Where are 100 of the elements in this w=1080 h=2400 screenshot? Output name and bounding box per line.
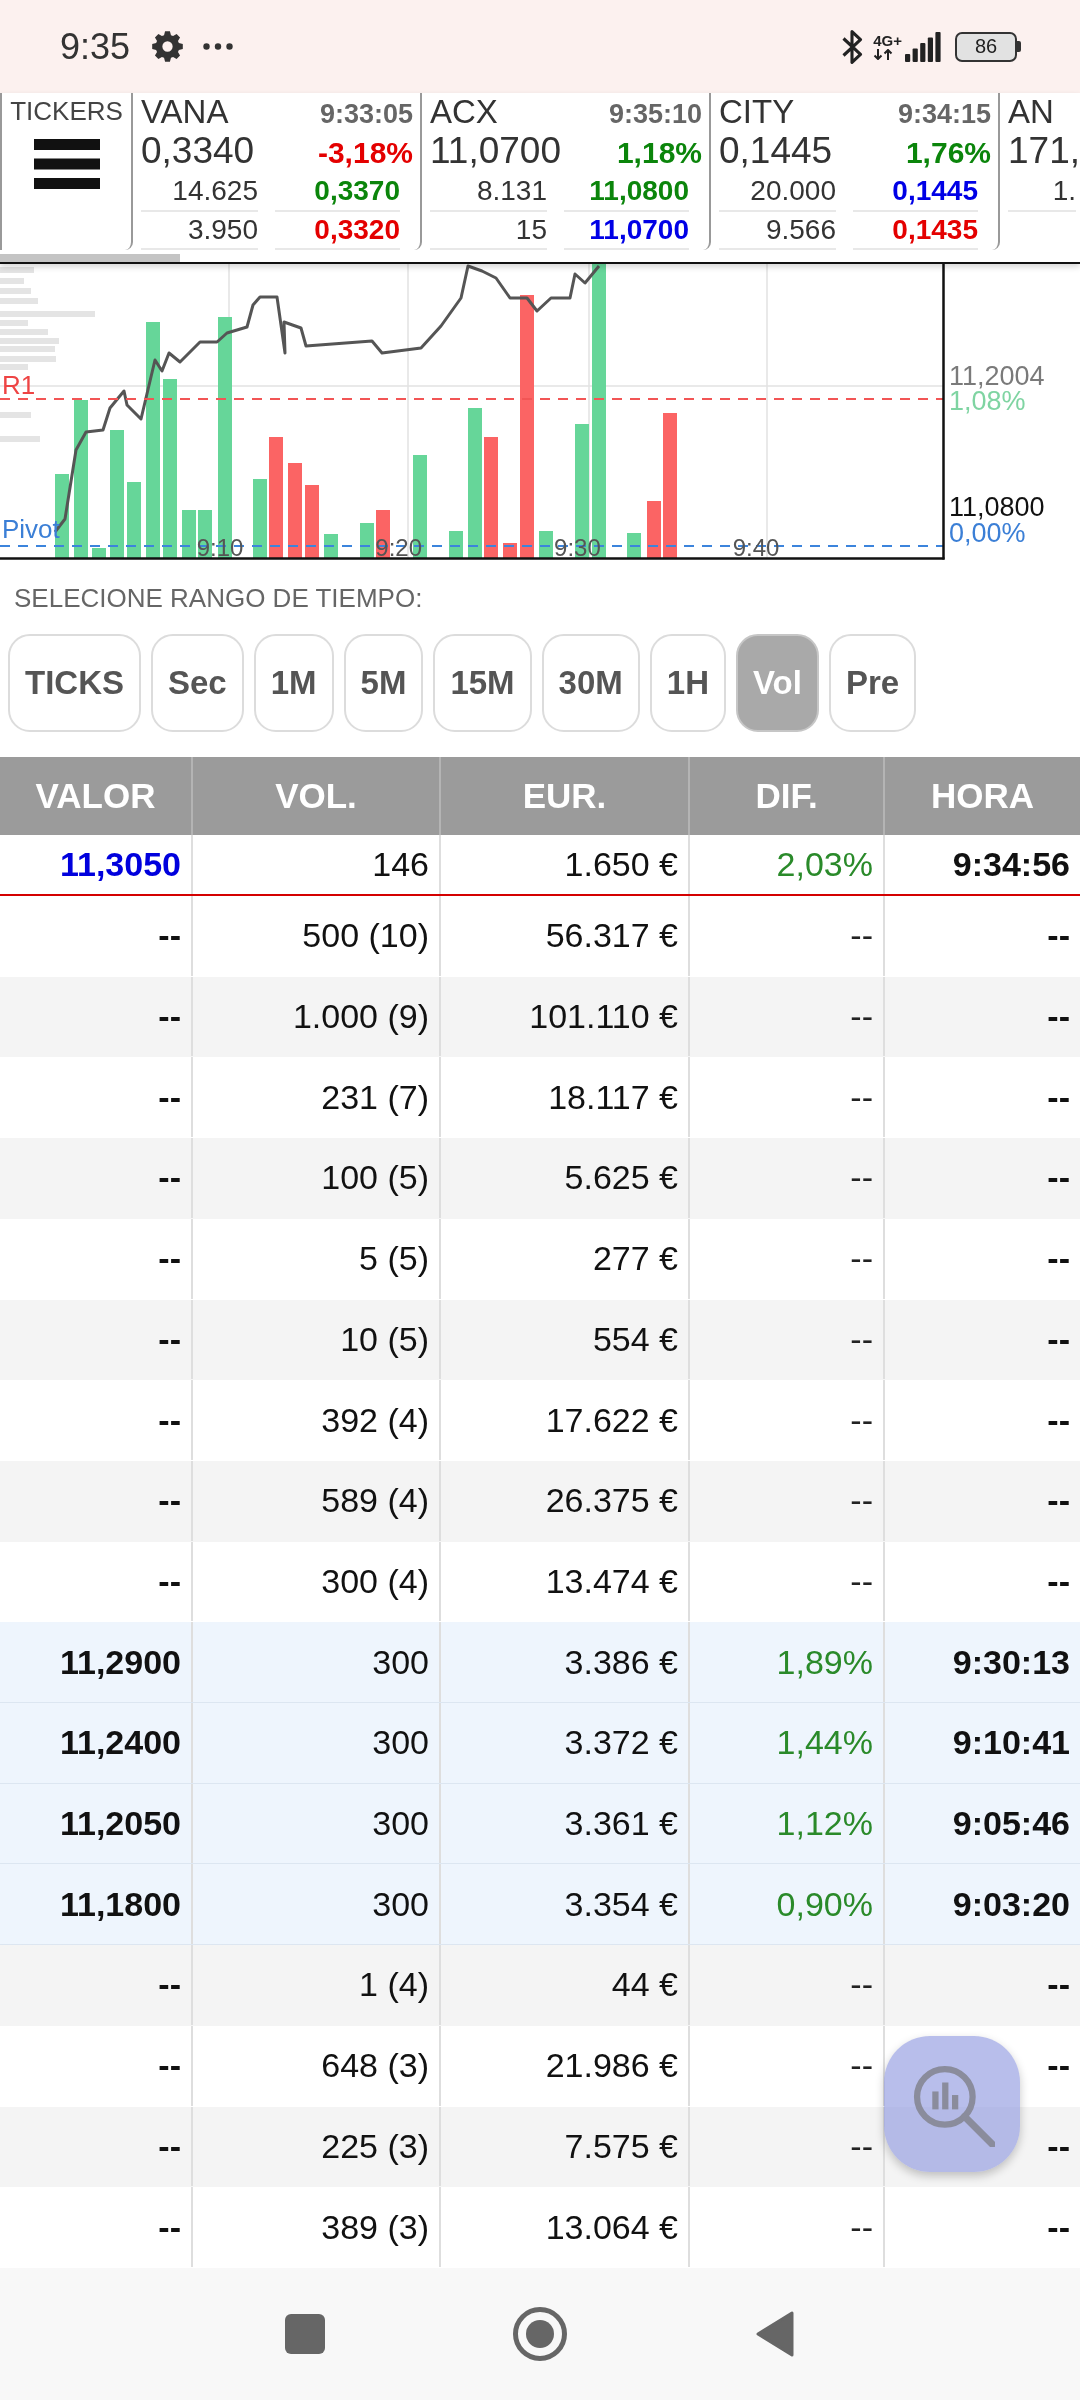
ticker-card[interactable]: AN 171, 1.	[1000, 93, 1080, 250]
table-cell: 648 (3)	[321, 2046, 429, 2086]
volume-profile-bar	[0, 346, 55, 352]
quote-volume: 1.	[1008, 173, 1076, 212]
time-axis-label: 9:20	[375, 534, 423, 560]
quote-volume: 9.566	[719, 211, 836, 250]
table-cell: 589 (4)	[321, 1481, 429, 1521]
quote-price: 11,0800	[564, 173, 689, 212]
table-cell: 389 (3)	[321, 2207, 429, 2247]
volume-profile-bar	[0, 412, 31, 418]
table-cell: 231 (7)	[321, 1077, 429, 1117]
volume-bar	[182, 510, 196, 558]
volume-bar	[360, 523, 374, 558]
quote-volume: 20.000	[719, 173, 836, 212]
range-button[interactable]: Sec	[151, 634, 244, 732]
table-cell: 1.650 €	[564, 845, 678, 884]
table-cell: --	[158, 2126, 181, 2166]
ticker-symbol: VANA	[141, 95, 229, 129]
table-cell: 13.064 €	[545, 2207, 678, 2247]
quote-price: 0,1435	[853, 211, 978, 250]
time-axis-label: 9:30	[554, 534, 601, 560]
back-icon[interactable]	[756, 2311, 794, 2357]
volume-profile-bar	[0, 436, 40, 442]
table-cell: 3.372 €	[564, 1723, 678, 1763]
table-cell: --	[850, 2046, 873, 2086]
home-icon[interactable]	[513, 2307, 567, 2361]
table-cell: 26.375 €	[545, 1481, 678, 1521]
table-cell: 5 (5)	[359, 1239, 429, 1279]
range-button[interactable]: Pre	[828, 634, 917, 732]
table-cell: 146	[372, 845, 429, 884]
table-cell: --	[1047, 997, 1070, 1037]
volume-profile-bar	[0, 320, 28, 326]
table-cell: 101.110 €	[529, 997, 678, 1037]
volume-bar	[647, 501, 661, 558]
table-cell: 300	[372, 1804, 429, 1844]
ticker-price: 11,0700	[430, 129, 561, 173]
table-cell: --	[158, 1965, 181, 2005]
level-price: 11,2004	[949, 361, 1045, 391]
table-cell: 11,1800	[59, 1884, 181, 1924]
quote-volume: 3.950	[141, 211, 258, 250]
table-cell: 18.117 €	[548, 1077, 678, 1117]
table-cell: 10 (5)	[340, 1319, 429, 1359]
table-cell: --	[1047, 1158, 1070, 1198]
analysis-button[interactable]	[884, 2036, 1020, 2172]
table-cell: 9:10:41	[952, 1723, 1070, 1763]
ticker-price: 0,3340	[141, 129, 255, 173]
ticker-time: 9:33:05	[319, 99, 413, 130]
quote-volume: 8.131	[430, 173, 547, 212]
settings-icon	[152, 31, 184, 62]
table-cell: --	[850, 1561, 873, 1601]
volume-profile-bar	[0, 356, 56, 362]
range-button[interactable]: 5M	[343, 634, 424, 732]
ticker-card[interactable]: CITY 9:34:15 0,1445 1,76% 20.000 0,1445 9.566 0,1435	[711, 93, 1000, 250]
range-button[interactable]: 15M	[433, 634, 532, 732]
volume-profile-bar	[0, 267, 34, 273]
table-cell: 300 (4)	[321, 1561, 429, 1601]
time-axis-label: 9:40	[732, 534, 780, 560]
table-cell: 17.622 €	[545, 1400, 678, 1440]
table-cell: --	[158, 916, 181, 956]
table-cell: --	[1047, 2046, 1070, 2086]
table-cell: --	[850, 1965, 873, 2005]
ticker-change: 1,18%	[616, 136, 702, 170]
table-cell: 2,03%	[776, 845, 873, 884]
table-cell: --	[158, 997, 181, 1037]
quote-price: 0,3320	[275, 211, 400, 250]
range-button[interactable]: 1M	[253, 634, 334, 732]
table-cell: --	[1047, 916, 1070, 956]
table-cell: --	[1047, 1481, 1070, 1521]
table-cell: --	[1047, 2207, 1070, 2247]
table-cell: 1.000 (9)	[292, 997, 429, 1037]
table-cell: --	[158, 2207, 181, 2247]
table-cell: --	[1047, 1077, 1070, 1117]
table-cell: --	[850, 1158, 873, 1198]
volume-bar	[92, 548, 106, 558]
table-cell: 500 (10)	[302, 916, 429, 956]
table-cell: --	[850, 1077, 873, 1117]
table-cell: --	[158, 1400, 181, 1440]
table-cell: 11,2900	[59, 1642, 181, 1682]
menu-icon[interactable]	[33, 139, 100, 189]
table-cell: 9:30:13	[952, 1642, 1070, 1682]
table-cell: 3.361 €	[564, 1804, 678, 1844]
ticker-card[interactable]: ACX 9:35:10 11,0700 1,18% 8.131 11,0800 15 11,0700	[422, 93, 711, 250]
table-cell: --	[1047, 1239, 1070, 1279]
table-cell: --	[158, 1158, 181, 1198]
table-cell: 3.386 €	[564, 1642, 678, 1682]
table-cell: 5.625 €	[564, 1158, 678, 1198]
table-cell: --	[1047, 1965, 1070, 2005]
volume-profile-bar	[0, 329, 48, 335]
network-type-label: 4G+	[873, 33, 902, 49]
table-cell: --	[850, 1239, 873, 1279]
range-button[interactable]: TICKS	[8, 634, 141, 732]
column-header: HORA	[929, 775, 1036, 817]
range-button[interactable]: 1H	[649, 634, 726, 732]
ticker-price: 0,1445	[719, 129, 833, 173]
table-cell: 300	[372, 1642, 429, 1682]
table-cell: --	[1047, 2126, 1070, 2166]
table-cell: --	[850, 916, 873, 956]
table-cell: 225 (3)	[321, 2126, 429, 2166]
range-button[interactable]: 30M	[541, 634, 640, 732]
ticker-card[interactable]: VANA 9:33:05 0,3340 -3,18% 14.625 0,3370 3.950 0,3320	[133, 93, 422, 250]
